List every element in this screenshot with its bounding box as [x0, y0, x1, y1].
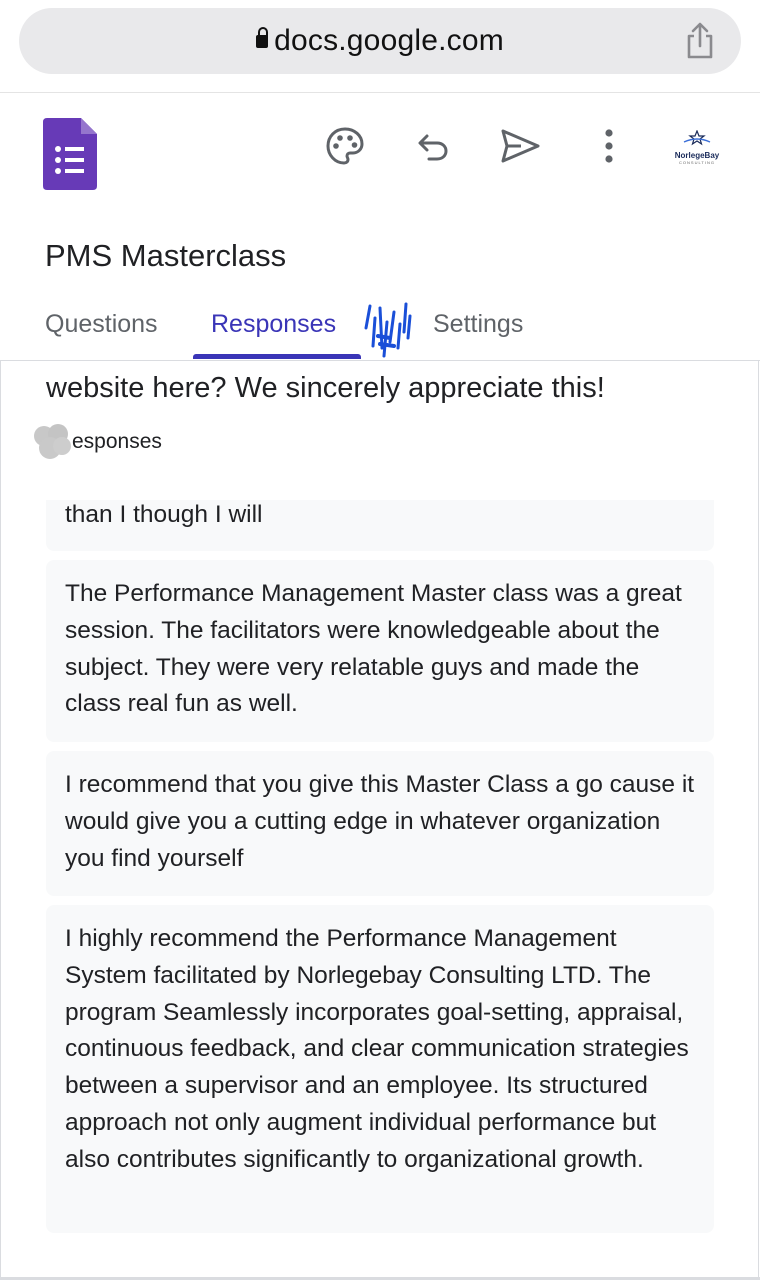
tab-settings[interactable]: Settings: [433, 310, 523, 339]
palette-button[interactable]: [323, 124, 367, 168]
panel-border-right: [758, 361, 759, 1280]
undo-icon: [418, 134, 448, 161]
send-button[interactable]: [498, 124, 542, 168]
response-text: I highly recommend the Performance Manag…: [65, 925, 689, 1173]
more-options-button[interactable]: [587, 124, 631, 168]
response-item: than I though I will: [46, 500, 714, 551]
account-avatar[interactable]: NorlegeBay CONSULTING: [670, 129, 724, 170]
response-item: The Performance Management Master class …: [46, 560, 714, 742]
response-text: I recommend that you give this Master Cl…: [65, 771, 695, 872]
response-item: I recommend that you give this Master Cl…: [46, 751, 714, 896]
google-forms-icon[interactable]: [43, 118, 97, 190]
response-text: The Performance Management Master class …: [65, 580, 682, 718]
norlegebay-logo-icon: [683, 129, 711, 146]
form-title: PMS Masterclass: [45, 238, 287, 273]
redaction-scribble: [364, 302, 412, 358]
response-count: esponses: [72, 430, 162, 453]
url-display[interactable]: docs.google.com: [19, 24, 741, 58]
browser-toolbar: docs.google.com: [0, 0, 760, 93]
send-icon: [501, 129, 540, 163]
lock-icon: [256, 27, 269, 48]
redacted-count-blur: [34, 424, 71, 459]
response-item: I highly recommend the Performance Manag…: [46, 905, 714, 1233]
url-text: docs.google.com: [274, 24, 504, 57]
tab-responses[interactable]: Responses: [211, 310, 336, 339]
tab-questions[interactable]: Questions: [45, 310, 158, 339]
more-vert-icon: [605, 129, 613, 163]
palette-icon: [326, 127, 364, 165]
active-tab-indicator: [193, 354, 361, 359]
question-title: website here? We sincerely appreciate th…: [46, 372, 605, 404]
undo-button[interactable]: [411, 124, 455, 168]
address-bar[interactable]: docs.google.com: [19, 8, 741, 74]
logo-subtitle: CONSULTING: [679, 160, 715, 165]
panel-border-left: [0, 361, 1, 1280]
response-text: than I though I will: [65, 501, 263, 528]
logo-name: NorlegeBay: [674, 151, 720, 160]
share-icon[interactable]: [683, 22, 717, 60]
